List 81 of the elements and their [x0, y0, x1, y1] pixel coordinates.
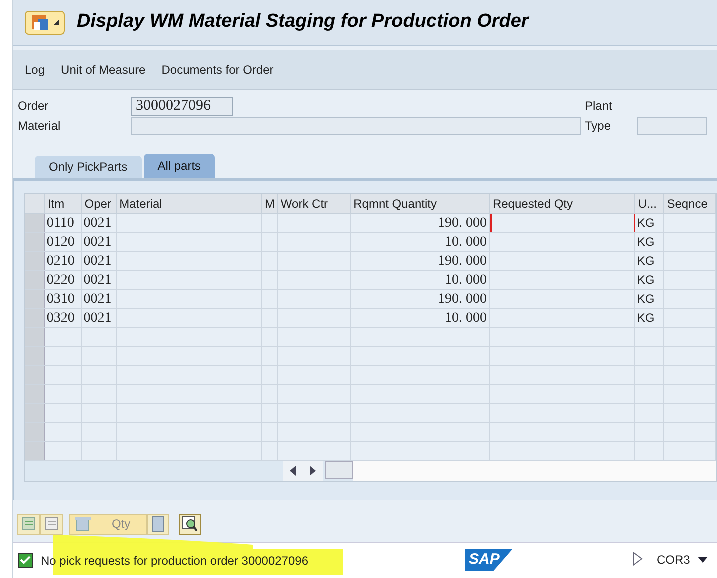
field-label: Plant [585, 98, 612, 115]
table-cell: KG [635, 290, 664, 308]
right-arrow-icon [310, 466, 316, 476]
table-cell: 190. 000 [350, 214, 490, 232]
field-label: Type [585, 118, 612, 135]
table-cell: 0110 [44, 214, 82, 232]
list-icon [44, 517, 58, 531]
table-cell: 10. 000 [350, 309, 490, 327]
scroll-thumb[interactable] [325, 461, 353, 479]
system-dropdown[interactable]: COR3 [657, 551, 708, 569]
row-selector[interactable] [25, 328, 45, 346]
caret-icon [54, 20, 59, 25]
trash-icon [74, 516, 92, 532]
column-header[interactable]: Oper [82, 194, 117, 213]
table-cell: 0021 [82, 214, 117, 232]
row-selector[interactable] [25, 252, 45, 270]
column-header[interactable]: Material [116, 194, 262, 213]
find-button[interactable] [179, 514, 201, 534]
column-header[interactable]: U... [635, 194, 664, 213]
table-cell: 0320 [44, 309, 82, 327]
system-menu-button[interactable] [25, 10, 65, 34]
table-cell: 0220 [44, 271, 82, 289]
row-selector[interactable] [25, 366, 45, 384]
table-cell: KG [635, 271, 664, 289]
search-icon [182, 516, 198, 532]
menu-item[interactable]: Log [25, 60, 46, 78]
calculator-icon [152, 516, 164, 532]
tab[interactable]: Only PickParts [35, 156, 142, 178]
table-cell: 10. 000 [350, 271, 490, 289]
row-selector[interactable] [25, 290, 45, 308]
calculator-button[interactable] [147, 514, 169, 534]
row-selector[interactable] [25, 423, 45, 441]
play-icon[interactable] [633, 552, 643, 566]
table-cell: 0021 [82, 271, 117, 289]
table-cell: KG [635, 309, 664, 327]
menu-item[interactable]: Unit of Measure [61, 60, 146, 78]
table-cell: 190. 000 [350, 252, 490, 270]
row-selector[interactable] [25, 233, 45, 251]
column-header[interactable]: Seqnce [664, 194, 716, 213]
table-cell: 0021 [82, 290, 117, 308]
type-field[interactable] [637, 117, 707, 135]
window-title: Display WM Material Staging for Production Order [77, 10, 529, 34]
table-cell: 0021 [82, 309, 117, 327]
table-cell: 0210 [44, 252, 82, 270]
table-cell: 0120 [44, 233, 82, 251]
row-selector[interactable] [25, 309, 45, 327]
logo: SAP [465, 549, 513, 571]
row-selector[interactable] [25, 347, 45, 365]
row-selector[interactable] [25, 214, 45, 232]
table-cell: 0021 [82, 252, 117, 270]
table-cell: KG [635, 214, 664, 232]
table-cell: KG [635, 233, 664, 251]
column-header[interactable]: M [262, 194, 278, 213]
list-icon [22, 517, 36, 531]
document-icon [30, 14, 50, 32]
tab[interactable]: All parts [144, 154, 216, 178]
deselect-all-button[interactable] [40, 514, 63, 534]
quantity-input[interactable] [490, 214, 636, 232]
table-cell: 0021 [82, 233, 117, 251]
column-header[interactable]: Rqmnt Quantity [350, 194, 490, 213]
material-field[interactable] [131, 117, 581, 135]
menu-item[interactable]: Documents for Order [162, 60, 274, 78]
column-header[interactable]: Work Ctr [278, 194, 351, 213]
row-selector[interactable] [25, 404, 45, 422]
caret-icon [698, 557, 708, 563]
left-arrow-icon [290, 466, 296, 476]
scroll-left-button[interactable] [283, 461, 303, 481]
order-field[interactable]: 3000027096 [131, 96, 233, 116]
column-header[interactable]: Itm [44, 194, 82, 213]
scroll-right-button[interactable] [303, 461, 323, 481]
row-selector[interactable] [25, 442, 45, 460]
field-label: Order [17, 98, 50, 115]
row-selector[interactable] [25, 271, 45, 289]
field-label: Material [17, 118, 62, 135]
table-cell: 0310 [44, 290, 82, 308]
column-header[interactable]: Requested Qty [490, 194, 636, 213]
table-cell: KG [635, 252, 664, 270]
select-all-button[interactable] [17, 514, 40, 534]
table-cell: 190. 000 [350, 290, 490, 308]
row-selector[interactable] [25, 385, 45, 403]
table-cell: 10. 000 [350, 233, 490, 251]
